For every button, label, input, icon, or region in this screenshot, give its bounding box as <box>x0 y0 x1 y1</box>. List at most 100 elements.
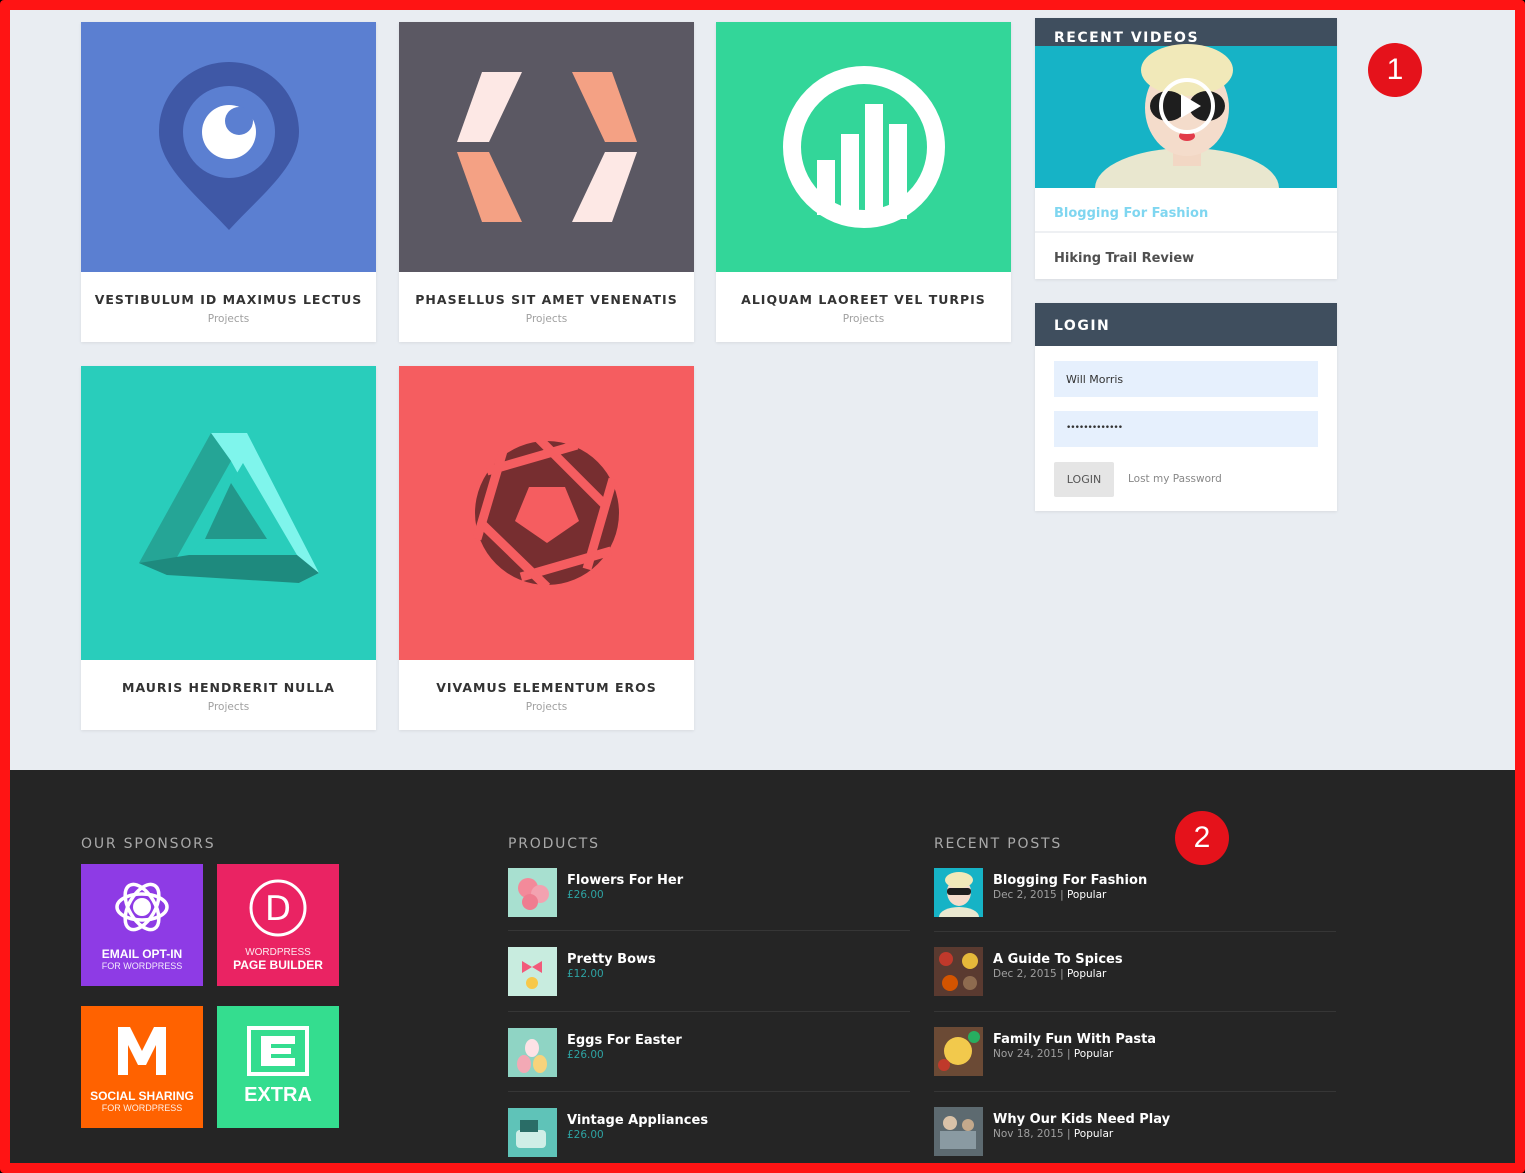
card-title[interactable]: ALIQUAM LAOREET VEL TURPIS <box>716 292 1011 307</box>
card-image[interactable] <box>81 366 376 660</box>
card-image[interactable] <box>716 22 1011 272</box>
sponsor-name: PAGE BUILDER <box>233 958 323 972</box>
card-title[interactable]: MAURIS HENDRERIT NULLA <box>81 680 376 695</box>
card-category[interactable]: Projects <box>399 313 694 325</box>
post-thumbnail[interactable] <box>934 1027 983 1076</box>
post-date: Dec 2, 2015 <box>993 889 1057 901</box>
post-title[interactable]: Blogging For Fashion <box>993 873 1147 888</box>
portfolio-card[interactable]: PHASELLUS SIT AMET VENENATIS Projects <box>399 22 694 342</box>
portfolio-card[interactable]: VIVAMUS ELEMENTUM EROS Projects <box>399 366 694 730</box>
post-category[interactable]: Popular <box>1074 1048 1113 1060</box>
post-date: Nov 18, 2015 <box>993 1128 1064 1140</box>
portfolio-card[interactable]: ALIQUAM LAOREET VEL TURPIS Projects <box>716 22 1011 342</box>
code-brackets-icon <box>456 72 637 222</box>
page-frame: VESTIBULUM ID MAXIMUS LECTUS Projects PH… <box>0 0 1525 1173</box>
recent-posts-title: RECENT POSTS <box>934 836 1063 852</box>
sponsor-bloom[interactable]: EMAIL OPT-IN FOR WORDPRESS <box>81 864 203 986</box>
main-content: VESTIBULUM ID MAXIMUS LECTUS Projects PH… <box>10 10 1515 770</box>
password-field[interactable]: ••••••••••••• <box>1054 411 1318 447</box>
post-item[interactable]: A Guide To Spices Dec 2, 2015 | Popular <box>934 947 1336 997</box>
product-item[interactable]: Vintage Appliances £26.00 <box>508 1108 910 1158</box>
post-meta: Dec 2, 2015 | Popular <box>993 968 1106 980</box>
portfolio-card[interactable]: VESTIBULUM ID MAXIMUS LECTUS Projects <box>81 22 376 342</box>
post-item[interactable]: Blogging For Fashion Dec 2, 2015 | Popul… <box>934 868 1336 927</box>
video-list-item[interactable]: Hiking Trail Review <box>1035 233 1337 277</box>
recent-videos-widget: RECENT VIDEOS Blogging For Fashion Hikin… <box>1035 18 1337 279</box>
post-date: Dec 2, 2015 <box>993 968 1057 980</box>
login-button[interactable]: LOGIN <box>1054 462 1114 497</box>
flowers-photo <box>518 878 549 910</box>
footer: OUR SPONSORS PRODUCTS RECENT POSTS EMAIL… <box>10 770 1515 1163</box>
video-thumbnail[interactable]: RECENT VIDEOS <box>1035 18 1337 188</box>
post-category[interactable]: Popular <box>1074 1128 1113 1140</box>
card-category[interactable]: Projects <box>81 313 376 325</box>
divider <box>508 1011 910 1012</box>
card-category[interactable]: Projects <box>399 701 694 713</box>
divider <box>934 931 1336 932</box>
meta-separator: | <box>1060 968 1064 980</box>
divider <box>934 1011 1336 1012</box>
product-item[interactable]: Eggs For Easter £26.00 <box>508 1028 910 1078</box>
sponsor-name: SOCIAL SHARING <box>90 1089 194 1103</box>
card-title[interactable]: VIVAMUS ELEMENTUM EROS <box>399 680 694 695</box>
post-title[interactable]: Why Our Kids Need Play <box>993 1112 1170 1127</box>
product-name[interactable]: Eggs For Easter <box>567 1033 682 1048</box>
product-item[interactable]: Pretty Bows £12.00 <box>508 947 910 997</box>
post-meta: Dec 2, 2015 | Popular <box>993 889 1106 901</box>
sponsor-extra[interactable]: EXTRA <box>217 1006 339 1128</box>
post-thumbnail[interactable] <box>934 947 983 996</box>
post-title[interactable]: Family Fun With Pasta <box>993 1032 1156 1047</box>
username-field[interactable]: Will Morris <box>1054 361 1318 397</box>
post-item[interactable]: Why Our Kids Need Play Nov 18, 2015 | Po… <box>934 1107 1336 1157</box>
sponsor-divi[interactable]: D WORDPRESS PAGE BUILDER <box>217 864 339 986</box>
post-title[interactable]: A Guide To Spices <box>993 952 1123 967</box>
product-name[interactable]: Flowers For Her <box>567 873 683 888</box>
meta-separator: | <box>1066 1128 1071 1140</box>
login-widget: LOGIN Will Morris ••••••••••••• LOGIN Lo… <box>1035 303 1337 511</box>
product-item[interactable]: Flowers For Her £26.00 <box>508 868 910 918</box>
post-thumbnail[interactable] <box>934 868 983 927</box>
post-category[interactable]: Popular <box>1067 889 1106 901</box>
card-category[interactable]: Projects <box>81 701 376 713</box>
card-title[interactable]: PHASELLUS SIT AMET VENENATIS <box>399 292 694 307</box>
card-category[interactable]: Projects <box>716 313 1011 325</box>
svg-text:D: D <box>265 889 291 929</box>
product-thumbnail[interactable] <box>508 947 557 996</box>
post-date: Nov 24, 2015 <box>993 1048 1064 1060</box>
product-name[interactable]: Vintage Appliances <box>567 1113 708 1128</box>
portfolio-card[interactable]: MAURIS HENDRERIT NULLA Projects <box>81 366 376 730</box>
divi-icon: D <box>249 879 307 937</box>
video-link[interactable]: Hiking Trail Review <box>1054 251 1194 266</box>
post-category[interactable]: Popular <box>1067 968 1106 980</box>
card-image[interactable] <box>81 22 376 272</box>
monarch-icon <box>118 1027 166 1075</box>
card-image[interactable] <box>399 22 694 272</box>
post-meta: Nov 24, 2015 | Popular <box>993 1048 1113 1060</box>
bloom-icon <box>115 882 169 932</box>
sponsor-name: EXTRA <box>244 1084 312 1106</box>
product-thumbnail[interactable] <box>508 1108 557 1157</box>
products-title: PRODUCTS <box>508 836 600 852</box>
post-item[interactable]: Family Fun With Pasta Nov 24, 2015 | Pop… <box>934 1027 1336 1077</box>
kids-play-photo <box>940 1116 976 1149</box>
fashion-photo <box>939 872 979 927</box>
meta-separator: | <box>1060 889 1064 901</box>
meta-separator: | <box>1066 1048 1071 1060</box>
post-thumbnail[interactable] <box>934 1107 983 1156</box>
video-list-item[interactable]: Blogging For Fashion <box>1035 188 1337 233</box>
sponsor-sub: FOR WORDPRESS <box>101 961 183 971</box>
card-image[interactable] <box>399 366 694 660</box>
product-thumbnail[interactable] <box>508 868 557 917</box>
product-price: £12.00 <box>567 968 604 980</box>
divider <box>508 930 910 931</box>
product-thumbnail[interactable] <box>508 1028 557 1077</box>
video-link[interactable]: Blogging For Fashion <box>1054 206 1208 221</box>
lost-password-link[interactable]: Lost my Password <box>1128 473 1222 485</box>
product-name[interactable]: Pretty Bows <box>567 952 656 967</box>
product-price: £26.00 <box>567 1129 604 1141</box>
sponsor-monarch[interactable]: SOCIAL SHARING FOR WORDPRESS <box>81 1006 203 1128</box>
fashion-photo <box>1035 44 1337 188</box>
penrose-triangle-icon <box>138 433 319 583</box>
card-title[interactable]: VESTIBULUM ID MAXIMUS LECTUS <box>81 292 376 307</box>
extra-icon <box>247 1026 309 1076</box>
